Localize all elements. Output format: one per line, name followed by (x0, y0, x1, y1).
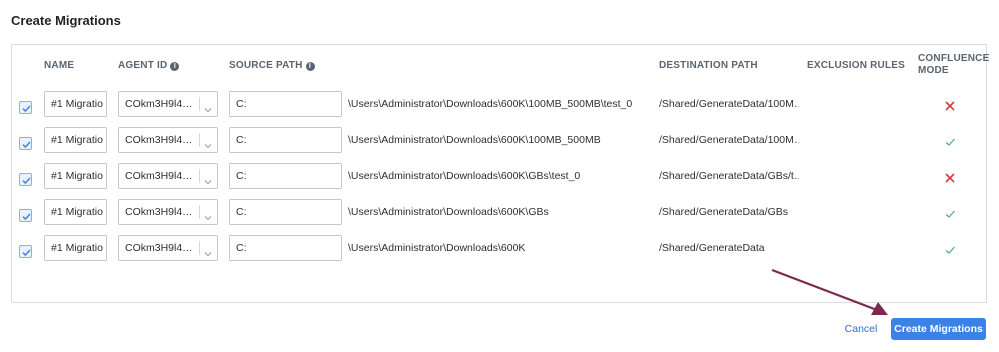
agent-id-select[interactable]: COkm3H9l4… (118, 127, 218, 153)
migration-name-input[interactable]: #1 Migratio (44, 199, 107, 225)
source-path-text: \Users\Administrator\Downloads\600K\GBs\… (348, 170, 581, 182)
migration-name-input[interactable]: #1 Migratio (44, 163, 107, 189)
column-header-agent-id: AGENT ID i (118, 60, 180, 71)
annotation-arrow-head (871, 302, 888, 315)
source-path-text: \Users\Administrator\Downloads\600K\100M… (348, 134, 601, 146)
source-drive-input[interactable]: C: (229, 163, 342, 189)
column-header-name: NAME (44, 60, 74, 71)
agent-id-value: COkm3H9l4… (125, 242, 193, 254)
agent-id-select[interactable]: COkm3H9l4… (118, 235, 218, 261)
info-icon[interactable]: i (170, 62, 180, 71)
agent-id-value: COkm3H9l4… (125, 98, 193, 110)
column-header-exclusion-rules-label: EXCLUSION RULES (807, 60, 906, 71)
row-checkbox[interactable] (19, 101, 32, 114)
column-header-agent-id-label: AGENT ID (118, 60, 168, 71)
row-checkbox[interactable] (19, 209, 32, 222)
select-divider (199, 133, 200, 147)
create-migrations-button[interactable]: Create Migrations (891, 318, 986, 340)
chevron-down-icon[interactable] (203, 173, 213, 191)
cancel-button[interactable]: Cancel (836, 318, 886, 340)
destination-path-text: /Shared/GenerateData/GBs/t… (659, 170, 799, 182)
source-drive-input[interactable]: C: (229, 91, 342, 117)
column-header-exclusion-rules: EXCLUSION RULES (807, 60, 905, 71)
row-checkbox[interactable] (19, 245, 32, 258)
agent-id-select[interactable]: COkm3H9l4… (118, 163, 218, 189)
table-row: #1 Migratio COkm3H9l4… C: \Users\Adminis… (12, 127, 986, 163)
destination-path-text: /Shared/GenerateData/GBs (659, 206, 788, 218)
table-row: #1 Migratio COkm3H9l4… C: \Users\Adminis… (12, 91, 986, 127)
cross-icon (944, 99, 956, 117)
chevron-down-icon[interactable] (203, 101, 213, 119)
checkbox-check-icon (22, 213, 31, 221)
column-header-confluence-mode-line2: MODE (918, 65, 949, 76)
chevron-down-icon[interactable] (203, 209, 213, 227)
table-row: #1 Migratio COkm3H9l4… C: \Users\Adminis… (12, 163, 986, 199)
agent-id-select[interactable]: COkm3H9l4… (118, 91, 218, 117)
column-header-source-path: SOURCE PATH i (229, 60, 315, 71)
source-path-text: \Users\Administrator\Downloads\600K (348, 242, 526, 254)
select-divider (199, 169, 200, 183)
migration-name-input[interactable]: #1 Migratio (44, 127, 107, 153)
source-drive-input[interactable]: C: (229, 235, 342, 261)
agent-id-value: COkm3H9l4… (125, 170, 193, 182)
chevron-down-icon[interactable] (203, 245, 213, 263)
checkbox-check-icon (22, 249, 31, 257)
agent-id-select[interactable]: COkm3H9l4… (118, 199, 218, 225)
column-header-confluence-mode-line1: CONFLUENCE (918, 53, 990, 64)
source-drive-input[interactable]: C: (229, 199, 342, 225)
cross-icon (944, 171, 956, 189)
checkbox-check-icon (22, 141, 31, 149)
checkbox-check-icon (22, 177, 31, 185)
column-header-destination-path-label: DESTINATION PATH (659, 60, 758, 71)
agent-id-value: COkm3H9l4… (125, 206, 193, 218)
row-checkbox[interactable] (19, 173, 32, 186)
check-icon (944, 135, 956, 153)
column-header-confluence-mode: CONFLUENCE MODE (918, 53, 989, 77)
destination-path-text: /Shared/GenerateData (659, 242, 765, 254)
migration-name-input[interactable]: #1 Migratio (44, 91, 107, 117)
source-path-text: \Users\Administrator\Downloads\600K\GBs (348, 206, 549, 218)
source-drive-input[interactable]: C: (229, 127, 342, 153)
select-divider (199, 205, 200, 219)
source-path-text: \Users\Administrator\Downloads\600K\100M… (348, 98, 633, 110)
checkbox-check-icon (22, 105, 31, 113)
check-icon (944, 243, 956, 261)
select-divider (199, 97, 200, 111)
column-header-name-label: NAME (44, 60, 75, 71)
select-divider (199, 241, 200, 255)
table-row: #1 Migratio COkm3H9l4… C: \Users\Adminis… (12, 235, 986, 271)
destination-path-text: /Shared/GenerateData/100M… (659, 134, 799, 146)
destination-path-text: /Shared/GenerateData/100M… (659, 98, 799, 110)
row-checkbox[interactable] (19, 137, 32, 150)
check-icon (944, 207, 956, 225)
chevron-down-icon[interactable] (203, 137, 213, 155)
migration-name-input[interactable]: #1 Migratio (44, 235, 107, 261)
page-title: Create Migrations (11, 13, 121, 28)
migrations-table: NAME AGENT ID i SOURCE PATH i DESTINATION … (11, 44, 989, 303)
agent-id-value: COkm3H9l4… (125, 134, 193, 146)
table-row: #1 Migratio COkm3H9l4… C: \Users\Adminis… (12, 199, 986, 235)
info-icon[interactable]: i (305, 62, 315, 71)
column-header-source-path-label: SOURCE PATH (229, 60, 303, 71)
column-header-destination-path: DESTINATION PATH (659, 60, 758, 71)
